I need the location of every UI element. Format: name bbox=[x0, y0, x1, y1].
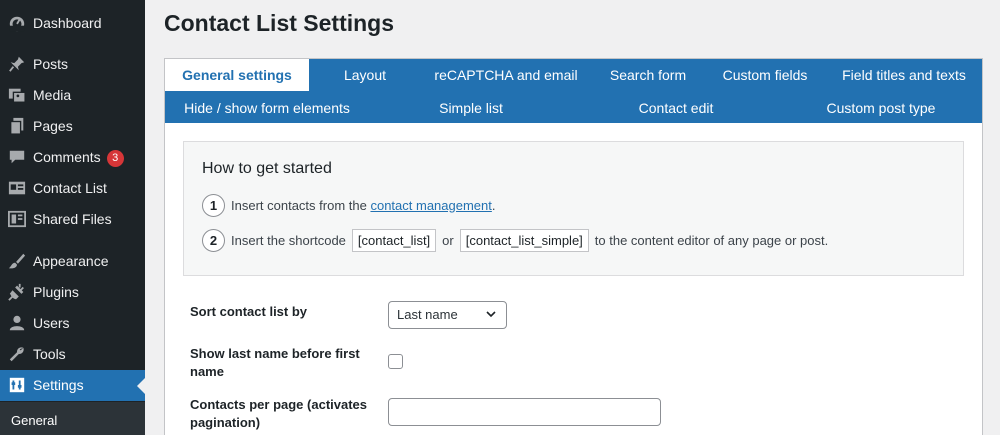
user-icon bbox=[9, 315, 25, 331]
sidebar-item-comments[interactable]: Comments 3 bbox=[0, 142, 145, 173]
shared-files-icon bbox=[8, 210, 26, 228]
sort-by-value: Last name bbox=[397, 307, 458, 322]
howto-step-1: 1 Insert contacts from the contact manag… bbox=[202, 194, 496, 217]
submenu-item-general[interactable]: General bbox=[11, 413, 57, 428]
settings-panel: General settings Layout reCAPTCHA and em… bbox=[164, 58, 983, 435]
sort-by-select[interactable]: Last name bbox=[388, 301, 507, 329]
howto-title: How to get started bbox=[202, 160, 332, 177]
sidebar-item-label: Users bbox=[33, 315, 70, 331]
tab-custom-post-type[interactable]: Custom post type bbox=[827, 100, 936, 116]
sidebar-item-label: Settings bbox=[33, 377, 84, 393]
lastname-first-checkbox[interactable] bbox=[388, 354, 403, 369]
sidebar-item-shared-files[interactable]: Shared Files bbox=[0, 204, 145, 235]
sidebar-item-posts[interactable]: Posts bbox=[0, 49, 145, 80]
media-icon bbox=[8, 88, 26, 103]
pages-icon bbox=[10, 117, 24, 135]
tab-contact-edit[interactable]: Contact edit bbox=[639, 100, 714, 116]
tab-custom-fields[interactable]: Custom fields bbox=[723, 67, 808, 83]
sidebar-item-media[interactable]: Media bbox=[0, 80, 145, 111]
sidebar-item-contact-list[interactable]: Contact List bbox=[0, 173, 145, 204]
contact-card-icon bbox=[8, 181, 26, 195]
tab-recaptcha-email[interactable]: reCAPTCHA and email bbox=[434, 67, 577, 83]
contact-management-link[interactable]: contact management bbox=[370, 198, 491, 213]
tab-hide-show-elements[interactable]: Hide / show form elements bbox=[184, 100, 350, 116]
sort-by-label: Sort contact list by bbox=[190, 304, 308, 319]
page-title: Contact List Settings bbox=[164, 10, 395, 36]
admin-sidebar: Dashboard Posts Media Pages Comments 3 Co… bbox=[0, 0, 145, 435]
sidebar-item-label: Comments 3 bbox=[33, 149, 124, 167]
tab-layout[interactable]: Layout bbox=[344, 67, 386, 83]
step-text: Insert contacts from the bbox=[231, 198, 367, 213]
contacts-per-page-input[interactable] bbox=[388, 398, 661, 426]
lastname-first-label: Show last name before first name bbox=[190, 346, 360, 379]
tab-field-titles-texts[interactable]: Field titles and texts bbox=[842, 67, 966, 83]
sidebar-item-label: Dashboard bbox=[33, 15, 102, 31]
sidebar-item-label: Posts bbox=[33, 56, 69, 72]
sidebar-item-appearance[interactable]: Appearance bbox=[0, 246, 145, 277]
sidebar-item-label: Shared Files bbox=[33, 211, 112, 227]
chevron-down-icon bbox=[486, 311, 496, 318]
howto-step-2: 2 Insert the shortcode [contact_list] or… bbox=[202, 229, 828, 252]
tab-general-settings[interactable]: General settings bbox=[165, 59, 309, 91]
sidebar-item-label: Pages bbox=[33, 118, 73, 134]
comment-count-badge: 3 bbox=[106, 150, 124, 167]
sidebar-item-tools[interactable]: Tools bbox=[0, 339, 145, 370]
sidebar-item-label: Appearance bbox=[33, 253, 109, 269]
step-number: 2 bbox=[202, 229, 225, 252]
comment-icon bbox=[9, 150, 25, 164]
wrench-icon bbox=[9, 347, 24, 362]
contacts-per-page-label: Contacts per page (activates pagination) bbox=[190, 397, 368, 430]
tab-simple-list[interactable]: Simple list bbox=[439, 100, 503, 116]
shortcode-contact-list-simple: [contact_list_simple] bbox=[459, 229, 589, 252]
how-to-get-started-box: How to get started 1 Insert contacts fro… bbox=[183, 141, 964, 276]
brush-icon bbox=[8, 253, 26, 269]
sidebar-item-label: Contact List bbox=[33, 180, 107, 196]
pin-icon bbox=[9, 56, 25, 72]
dashboard-icon bbox=[9, 16, 25, 32]
sidebar-item-plugins[interactable]: Plugins bbox=[0, 277, 145, 308]
sidebar-item-dashboard[interactable]: Dashboard bbox=[0, 8, 145, 39]
step-number: 1 bbox=[202, 194, 225, 217]
sidebar-item-label: Media bbox=[33, 87, 72, 103]
sidebar-item-settings[interactable]: Settings bbox=[0, 370, 145, 401]
plugin-icon bbox=[8, 283, 24, 301]
sidebar-item-pages[interactable]: Pages bbox=[0, 111, 145, 142]
sidebar-item-label: Plugins bbox=[33, 284, 79, 300]
tab-search-form[interactable]: Search form bbox=[610, 67, 686, 83]
shortcode-contact-list: [contact_list] bbox=[351, 229, 437, 252]
sidebar-item-users[interactable]: Users bbox=[0, 308, 145, 339]
step-text: Insert the shortcode bbox=[231, 233, 346, 248]
settings-tabs: General settings Layout reCAPTCHA and em… bbox=[165, 59, 982, 123]
sidebar-item-label: Tools bbox=[33, 346, 66, 362]
settings-icon bbox=[9, 377, 25, 393]
